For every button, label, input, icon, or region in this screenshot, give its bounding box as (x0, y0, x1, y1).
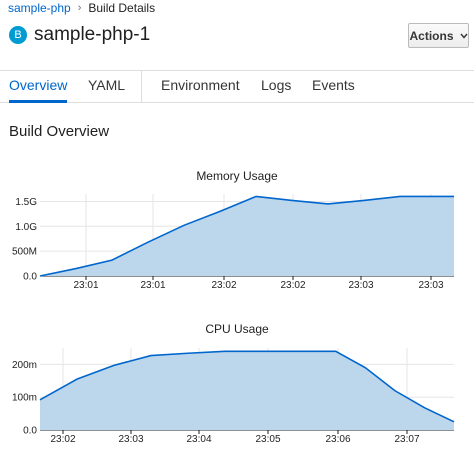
page-header: B sample-php-1 (9, 24, 150, 46)
x-tick-label: 23:02 (280, 280, 305, 291)
tab-environment[interactable]: Environment (161, 71, 240, 103)
y-tick-label: 100m (12, 393, 37, 404)
tab-bar: Overview YAML Environment Logs Events (0, 70, 474, 103)
x-tick-label: 23:04 (186, 434, 211, 445)
memory-usage-chart: 0.0 500M 1.0G 1.5G 23:01 23:01 23:02 23:02 23:03… (12, 194, 454, 291)
chevron-down-icon (459, 31, 468, 41)
breadcrumb-separator-icon: › (77, 2, 82, 14)
y-tick-label: 0.0 (23, 272, 37, 283)
x-tick-label: 23:01 (140, 280, 165, 291)
y-tick-label: 1.5G (15, 197, 37, 208)
x-tick-label: 23:02 (211, 280, 236, 291)
x-tick-label: 23:02 (50, 434, 75, 445)
cpu-usage-chart: 0.0 100m 200m 23:02 23:03 23:04 23:05 23:06 23:0… (12, 348, 455, 445)
x-tick-label: 23:06 (325, 434, 350, 445)
section-title: Build Overview (9, 123, 110, 140)
actions-button[interactable]: Actions (408, 23, 469, 48)
actions-button-label: Actions (409, 28, 454, 43)
build-badge: B (9, 26, 27, 44)
y-tick-label: 500M (12, 247, 37, 258)
breadcrumb-current: Build Details (88, 1, 156, 15)
memory-chart-title: Memory Usage (196, 169, 278, 183)
page-title: sample-php-1 (34, 24, 151, 45)
x-tick-label: 23:03 (418, 280, 443, 291)
x-tick-label: 23:07 (394, 434, 419, 445)
tab-divider (141, 71, 142, 103)
x-tick-label: 23:03 (348, 280, 373, 291)
breadcrumb-link-sample-php[interactable]: sample-php (8, 1, 71, 15)
x-tick-label: 23:03 (118, 434, 143, 445)
y-tick-label: 0.0 (23, 426, 37, 437)
y-tick-label: 200m (12, 360, 37, 371)
tab-logs[interactable]: Logs (261, 71, 291, 103)
tab-yaml[interactable]: YAML (88, 71, 125, 103)
series-area (40, 351, 454, 430)
tab-events[interactable]: Events (312, 71, 355, 103)
x-tick-label: 23:01 (73, 280, 98, 291)
series-area (40, 196, 454, 276)
tab-overview[interactable]: Overview (9, 71, 68, 103)
x-tick-label: 23:05 (255, 434, 280, 445)
breadcrumb: sample-php › Build Details (8, 0, 155, 16)
cpu-chart-title: CPU Usage (205, 322, 269, 336)
y-tick-label: 1.0G (15, 222, 37, 233)
